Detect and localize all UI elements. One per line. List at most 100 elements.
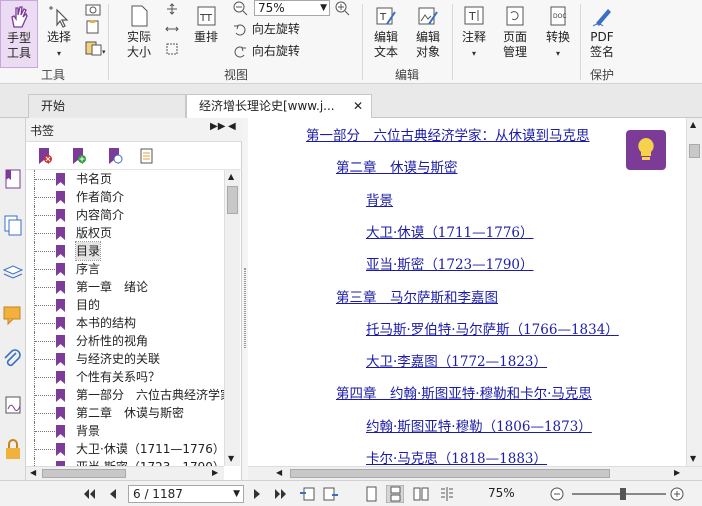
hand-tool-button[interactable]: 手型工具 [0, 0, 38, 68]
scroll-thumb[interactable] [290, 469, 610, 478]
reflow-button[interactable]: TT 重排 [188, 0, 224, 68]
edit-text-button[interactable]: T 编辑文本 [368, 0, 404, 68]
next-page-icon[interactable] [248, 485, 266, 503]
annotate-button[interactable]: T 注释 ▾ [456, 0, 492, 68]
fit-visible-icon[interactable] [164, 42, 180, 56]
page-manage-button[interactable]: 页面管理 [496, 0, 534, 68]
toc-section-link[interactable]: 亚当·斯密（1723—1790） [366, 253, 534, 273]
attachment-icon[interactable] [2, 348, 24, 370]
rotate-right-button[interactable]: 向右旋转 [232, 42, 300, 60]
delete-bookmark-icon[interactable] [36, 147, 54, 165]
previous-view-icon[interactable] [298, 485, 316, 503]
close-icon[interactable]: ✕ [353, 95, 363, 117]
tab-document[interactable]: 经济增长理论史[www.j... ✕ [186, 94, 372, 119]
convert-dropdown-icon[interactable]: ▾ [556, 49, 560, 58]
toc-section-link[interactable]: 大卫·休谟（1711—1776） [366, 221, 534, 241]
bookmark-item[interactable]: 第一部分 六位古典经济学家 [34, 386, 224, 404]
expand-panel-icon[interactable]: ▶▶ [210, 121, 225, 132]
find-bookmark-icon[interactable] [106, 147, 124, 165]
document-horizontal-scrollbar[interactable]: ◀ ▶ [248, 466, 702, 480]
comments-panel-icon[interactable] [2, 304, 24, 326]
zoom-in-icon[interactable] [334, 0, 350, 16]
bookmark-item[interactable]: 背景 [34, 422, 224, 440]
scroll-thumb[interactable] [689, 144, 700, 158]
scroll-down-icon[interactable]: ▼ [690, 454, 696, 463]
tips-button[interactable] [626, 130, 666, 170]
bookmark-item[interactable]: 与经济史的关联 [34, 350, 224, 368]
edit-object-button[interactable]: 编辑对象 [408, 0, 448, 68]
document-view[interactable]: 第一部分 六位古典经济学家：从休谟到马克思第二章 休谟与斯密背景大卫·休谟（17… [248, 118, 686, 466]
previous-page-icon[interactable] [104, 485, 122, 503]
zoom-slider[interactable] [572, 488, 666, 500]
last-page-icon[interactable] [272, 485, 290, 503]
rotate-left-button[interactable]: 向左旋转 [232, 20, 300, 38]
bookmark-options-icon[interactable] [138, 147, 156, 165]
bookmark-item[interactable]: 书名页 [34, 170, 224, 188]
toc-chapter-link[interactable]: 第二章 休谟与斯密 [336, 156, 458, 176]
toc-part-link[interactable]: 第一部分 六位古典经济学家：从休谟到马克思 [306, 124, 590, 144]
layers-panel-icon[interactable] [2, 258, 24, 280]
bookmark-panel-icon[interactable] [2, 168, 24, 190]
pdf-sign-button[interactable]: PDF签名 [584, 0, 620, 68]
fit-page-icon[interactable] [164, 2, 180, 16]
bookmark-item[interactable]: 目录 [34, 241, 224, 261]
single-page-icon[interactable] [362, 485, 380, 503]
scroll-left-icon[interactable]: ◀ [30, 468, 36, 477]
snapshot-icon[interactable] [84, 2, 102, 16]
scroll-down-icon[interactable]: ▼ [228, 454, 234, 463]
paste-icon[interactable]: ▾ [84, 40, 106, 56]
toc-section-link[interactable]: 大卫·李嘉图（1772—1823） [366, 350, 547, 370]
scroll-up-icon[interactable]: ▲ [228, 172, 234, 181]
zoom-in-icon[interactable] [668, 485, 686, 503]
bookmark-item[interactable]: 个性有关系吗？ [34, 368, 224, 386]
continuous-facing-icon[interactable] [438, 485, 456, 503]
bookmark-item[interactable]: 序言 [34, 260, 224, 278]
scroll-right-icon[interactable]: ▶ [212, 468, 218, 477]
select-button[interactable]: 选择 ▾ [42, 0, 76, 68]
fit-width-icon[interactable] [164, 22, 180, 36]
scroll-right-icon[interactable]: ▶ [674, 468, 680, 477]
first-page-icon[interactable] [80, 485, 98, 503]
toc-section-link[interactable]: 卡尔·马克思（1818—1883） [366, 447, 547, 466]
pages-panel-icon[interactable] [2, 214, 24, 236]
bookmark-item[interactable]: 版权页 [34, 224, 224, 242]
signature-panel-icon[interactable] [2, 394, 24, 416]
zoom-out-icon[interactable] [548, 485, 566, 503]
next-view-icon[interactable] [322, 485, 340, 503]
page-number-field[interactable]: 6 / 1187 ▼ [128, 485, 244, 503]
zoom-slider-thumb[interactable] [620, 488, 627, 500]
toc-section-link[interactable]: 背景 [366, 189, 393, 209]
toc-section-link[interactable]: 托马斯·罗伯特·马尔萨斯（1766—1834） [366, 318, 619, 338]
annotate-dropdown-icon[interactable]: ▾ [472, 49, 476, 58]
zoom-out-icon[interactable] [232, 0, 248, 16]
facing-pages-icon[interactable] [412, 485, 430, 503]
bookmark-item[interactable]: 内容简介 [34, 206, 224, 224]
bookmark-item[interactable]: 本书的结构 [34, 314, 224, 332]
lock-icon[interactable] [2, 438, 24, 460]
toc-chapter-link[interactable]: 第四章 约翰·斯图亚特·穆勒和卡尔·马克思 [336, 382, 592, 402]
document-vertical-scrollbar[interactable]: ▲ ▼ [686, 118, 702, 466]
scroll-thumb[interactable] [42, 469, 126, 478]
select-dropdown-icon[interactable]: ▾ [57, 49, 61, 58]
bookmark-horizontal-scrollbar[interactable]: ◀ ▶ [26, 466, 224, 480]
scroll-thumb[interactable] [227, 186, 238, 214]
scroll-left-icon[interactable]: ◀ [276, 468, 282, 477]
bookmark-item[interactable]: 作者简介 [34, 188, 224, 206]
bookmark-item[interactable]: 亚当·斯密（1723—1790） [34, 458, 224, 466]
clipboard-icon[interactable] [84, 20, 102, 34]
bookmark-item[interactable]: 大卫·休谟（1711—1776） [34, 440, 224, 458]
bookmark-item[interactable]: 目的 [34, 296, 224, 314]
scroll-up-icon[interactable]: ▲ [690, 120, 696, 129]
bookmark-vertical-scrollbar[interactable]: ▲ ▼ [224, 170, 240, 466]
zoom-dropdown[interactable]: 75% ▼ [254, 0, 330, 16]
bookmark-item[interactable]: 分析性的视角 [34, 332, 224, 350]
continuous-page-icon[interactable] [386, 485, 404, 503]
toc-section-link[interactable]: 约翰·斯图亚特·穆勒（1806—1873） [366, 415, 592, 435]
bookmark-item[interactable]: 第一章 绪论 [34, 278, 224, 296]
toc-chapter-link[interactable]: 第三章 马尔萨斯和李嘉图 [336, 286, 498, 306]
bookmark-item[interactable]: 第二章 休谟与斯密 [34, 404, 224, 422]
collapse-panel-icon[interactable]: ◀ [228, 121, 236, 132]
actual-size-button[interactable]: 实际大小 [120, 0, 158, 68]
add-bookmark-icon[interactable] [70, 147, 88, 165]
tab-start[interactable]: 开始 [28, 94, 186, 118]
